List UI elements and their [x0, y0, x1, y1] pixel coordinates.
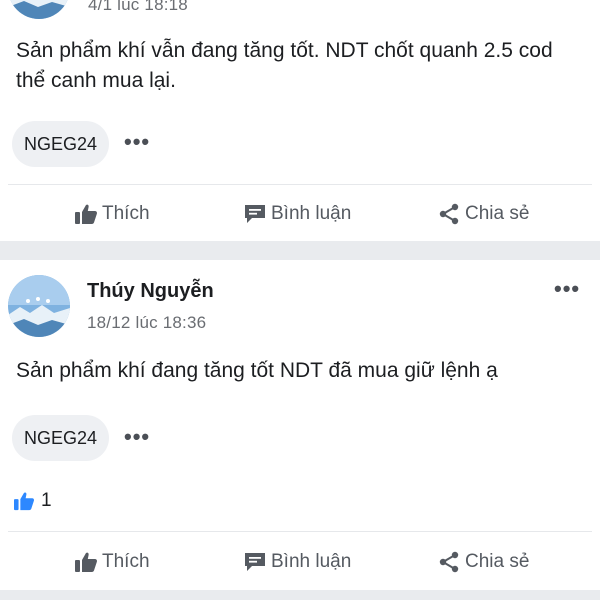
avatar[interactable]	[8, 275, 70, 337]
like-label: Thích	[102, 203, 150, 224]
like-button[interactable]: Thích	[74, 194, 150, 234]
feed: 4/1 lúc 18:18 Sản phẩm khí vẫn đang tăng…	[0, 0, 600, 600]
more-options-icon[interactable]: •••	[124, 426, 150, 448]
share-icon	[437, 550, 461, 574]
post-card: 4/1 lúc 18:18 Sản phẩm khí vẫn đang tăng…	[0, 0, 600, 240]
share-button[interactable]: Chia sẻ	[437, 542, 529, 582]
thumbs-up-icon	[74, 203, 98, 225]
like-reaction-icon	[13, 491, 35, 511]
like-button[interactable]: Thích	[74, 542, 150, 582]
comment-label: Bình luận	[271, 203, 352, 224]
stock-tag[interactable]: NGEG24	[12, 121, 110, 167]
divider	[8, 184, 592, 185]
post-time: 4/1 lúc 18:18	[88, 0, 188, 14]
share-icon	[437, 202, 461, 226]
stock-tag[interactable]: NGEG24	[12, 415, 110, 461]
share-button[interactable]: Chia sẻ	[437, 194, 529, 234]
comment-button[interactable]: Bình luận	[243, 194, 351, 234]
like-label: Thích	[102, 551, 150, 572]
share-label: Chia sẻ	[465, 551, 530, 572]
post-actions: Thích Bình luận Chia sẻ	[0, 542, 600, 582]
like-count: 1	[41, 490, 52, 511]
more-options-icon[interactable]: •••	[124, 131, 150, 153]
comment-bubble-icon	[243, 203, 267, 225]
post-text: Sản phẩm khí vẫn đang tăng tốt. NDT chốt…	[16, 39, 553, 92]
post-time: 18/12 lúc 18:36	[87, 313, 207, 332]
post-menu-icon[interactable]: •••	[554, 278, 580, 300]
share-label: Chia sẻ	[465, 203, 530, 224]
reaction-summary[interactable]: 1	[13, 490, 52, 512]
avatar[interactable]	[8, 0, 70, 19]
comment-button[interactable]: Bình luận	[243, 542, 351, 582]
post-actions: Thích Bình luận Chia sẻ	[0, 194, 600, 234]
post-separator	[0, 590, 600, 600]
post-card: Thúy Nguyễn 18/12 lúc 18:36 ••• Sản phẩm…	[0, 260, 600, 600]
comment-label: Bình luận	[271, 551, 352, 572]
post-separator	[0, 241, 600, 260]
divider	[8, 531, 592, 532]
post-text: Sản phẩm khí đang tăng tốt NDT đã mua gi…	[16, 359, 498, 382]
thumbs-up-icon	[74, 551, 98, 573]
author-name[interactable]: Thúy Nguyễn	[87, 280, 214, 303]
comment-bubble-icon	[243, 551, 267, 573]
